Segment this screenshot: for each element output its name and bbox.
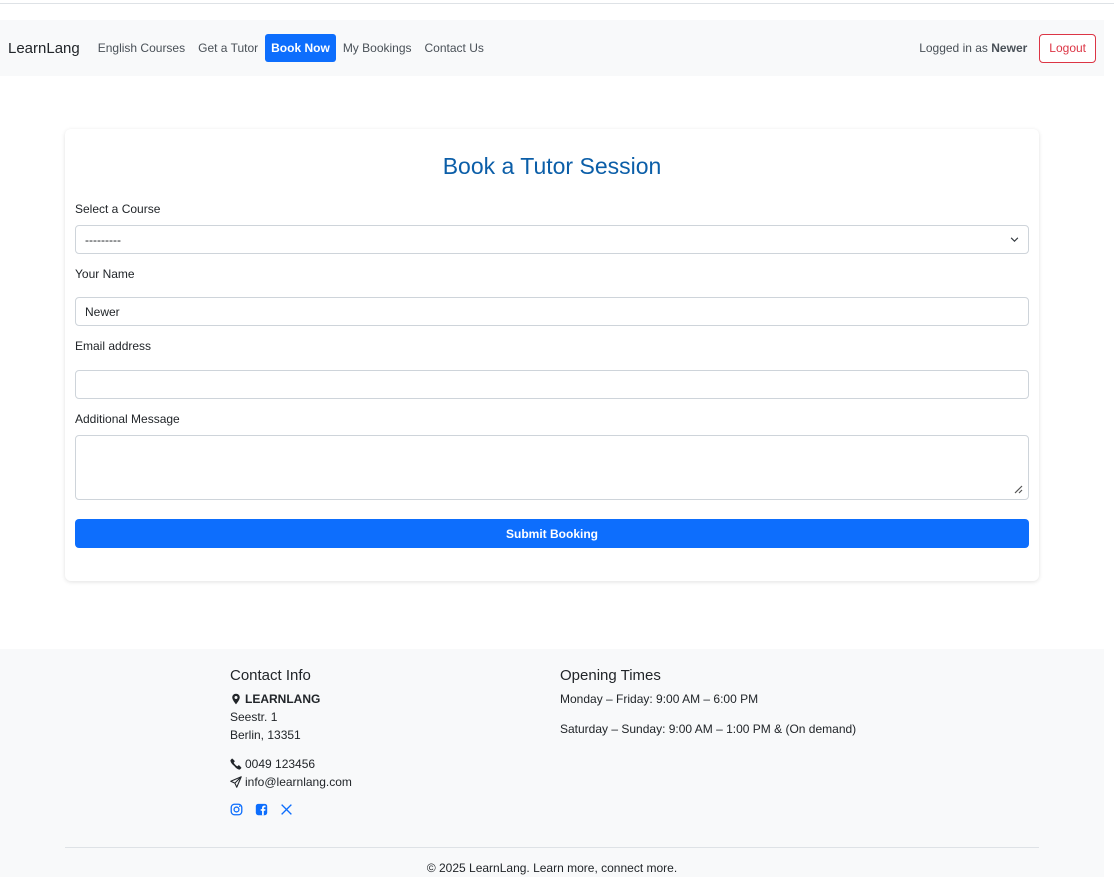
copyright-text: © 2025 LearnLang. Learn more, connect mo…: [426, 861, 678, 875]
phone-number: 0049 123456: [245, 757, 316, 771]
footer: Contact Info LEARNLANG Seestr. 1 Berlin,…: [0, 649, 1104, 877]
x-icon[interactable]: [280, 803, 293, 816]
nav-book-now[interactable]: Book Now: [265, 34, 336, 62]
facebook-icon[interactable]: [255, 803, 268, 816]
navbar: LearnLang English Courses Get a Tutor Bo…: [0, 20, 1104, 76]
street-line: Seestr. 1: [230, 710, 278, 724]
email-input[interactable]: [75, 370, 1029, 399]
email-line: info@learnlang.com: [230, 773, 530, 791]
page-title: Book a Tutor Session: [442, 153, 662, 179]
course-select-value: ---------: [85, 232, 121, 247]
company-name: LEARNLANG: [245, 692, 321, 706]
top-border: [0, 3, 1114, 4]
email-link[interactable]: info@learnlang.com: [245, 773, 352, 791]
course-label: Select a Course: [75, 202, 161, 216]
name-label: Your Name: [75, 267, 135, 281]
submit-booking-button[interactable]: Submit Booking: [75, 519, 1029, 548]
nav-get-a-tutor[interactable]: Get a Tutor: [192, 34, 264, 62]
booking-card: Book a Tutor Session Select a Course ---…: [65, 129, 1039, 581]
logged-in-prefix: Logged in as: [919, 41, 988, 55]
social-links: [230, 803, 530, 816]
email-label: Email address: [75, 339, 152, 353]
nav-english-courses[interactable]: English Courses: [92, 34, 191, 62]
address-block: LEARNLANG Seestr. 1 Berlin, 13351: [230, 690, 530, 744]
map-pin-icon: [232, 693, 240, 705]
phone-icon: [230, 758, 242, 770]
course-select[interactable]: ---------: [75, 225, 1029, 254]
send-icon: [230, 776, 242, 788]
brand-link[interactable]: LearnLang: [8, 40, 80, 57]
footer-contact-column: Contact Info LEARNLANG Seestr. 1 Berlin,…: [230, 667, 530, 816]
chevron-down-icon: [1010, 237, 1019, 242]
contact-heading: Contact Info: [230, 667, 311, 684]
weekday-hours: Monday – Friday: 9:00 AM – 6:00 PM: [560, 692, 759, 706]
logged-in-text: Logged in as Newer: [919, 41, 1027, 55]
company-line: LEARNLANG: [230, 690, 530, 708]
name-input-value: Newer: [85, 304, 120, 319]
footer-divider: [65, 847, 1039, 848]
nav-user-area: Logged in as Newer Logout: [919, 33, 1096, 63]
logged-in-username: Newer: [991, 41, 1028, 55]
phone-line: 0049 123456: [230, 755, 530, 773]
hours-heading: Opening Times: [560, 667, 661, 684]
footer-hours-column: Opening Times Monday – Friday: 9:00 AM –…: [560, 667, 960, 750]
nav-my-bookings[interactable]: My Bookings: [337, 34, 418, 62]
instagram-icon[interactable]: [230, 803, 243, 816]
message-textarea[interactable]: [75, 435, 1029, 500]
logout-button[interactable]: Logout: [1039, 33, 1096, 63]
resize-grip-icon[interactable]: [1013, 484, 1023, 494]
name-input[interactable]: Newer: [75, 297, 1029, 326]
weekend-hours: Saturday – Sunday: 9:00 AM – 1:00 PM & (…: [560, 722, 857, 736]
message-label: Additional Message: [75, 412, 180, 426]
city-line: Berlin, 13351: [230, 728, 301, 742]
nav-contact-us[interactable]: Contact Us: [419, 34, 490, 62]
